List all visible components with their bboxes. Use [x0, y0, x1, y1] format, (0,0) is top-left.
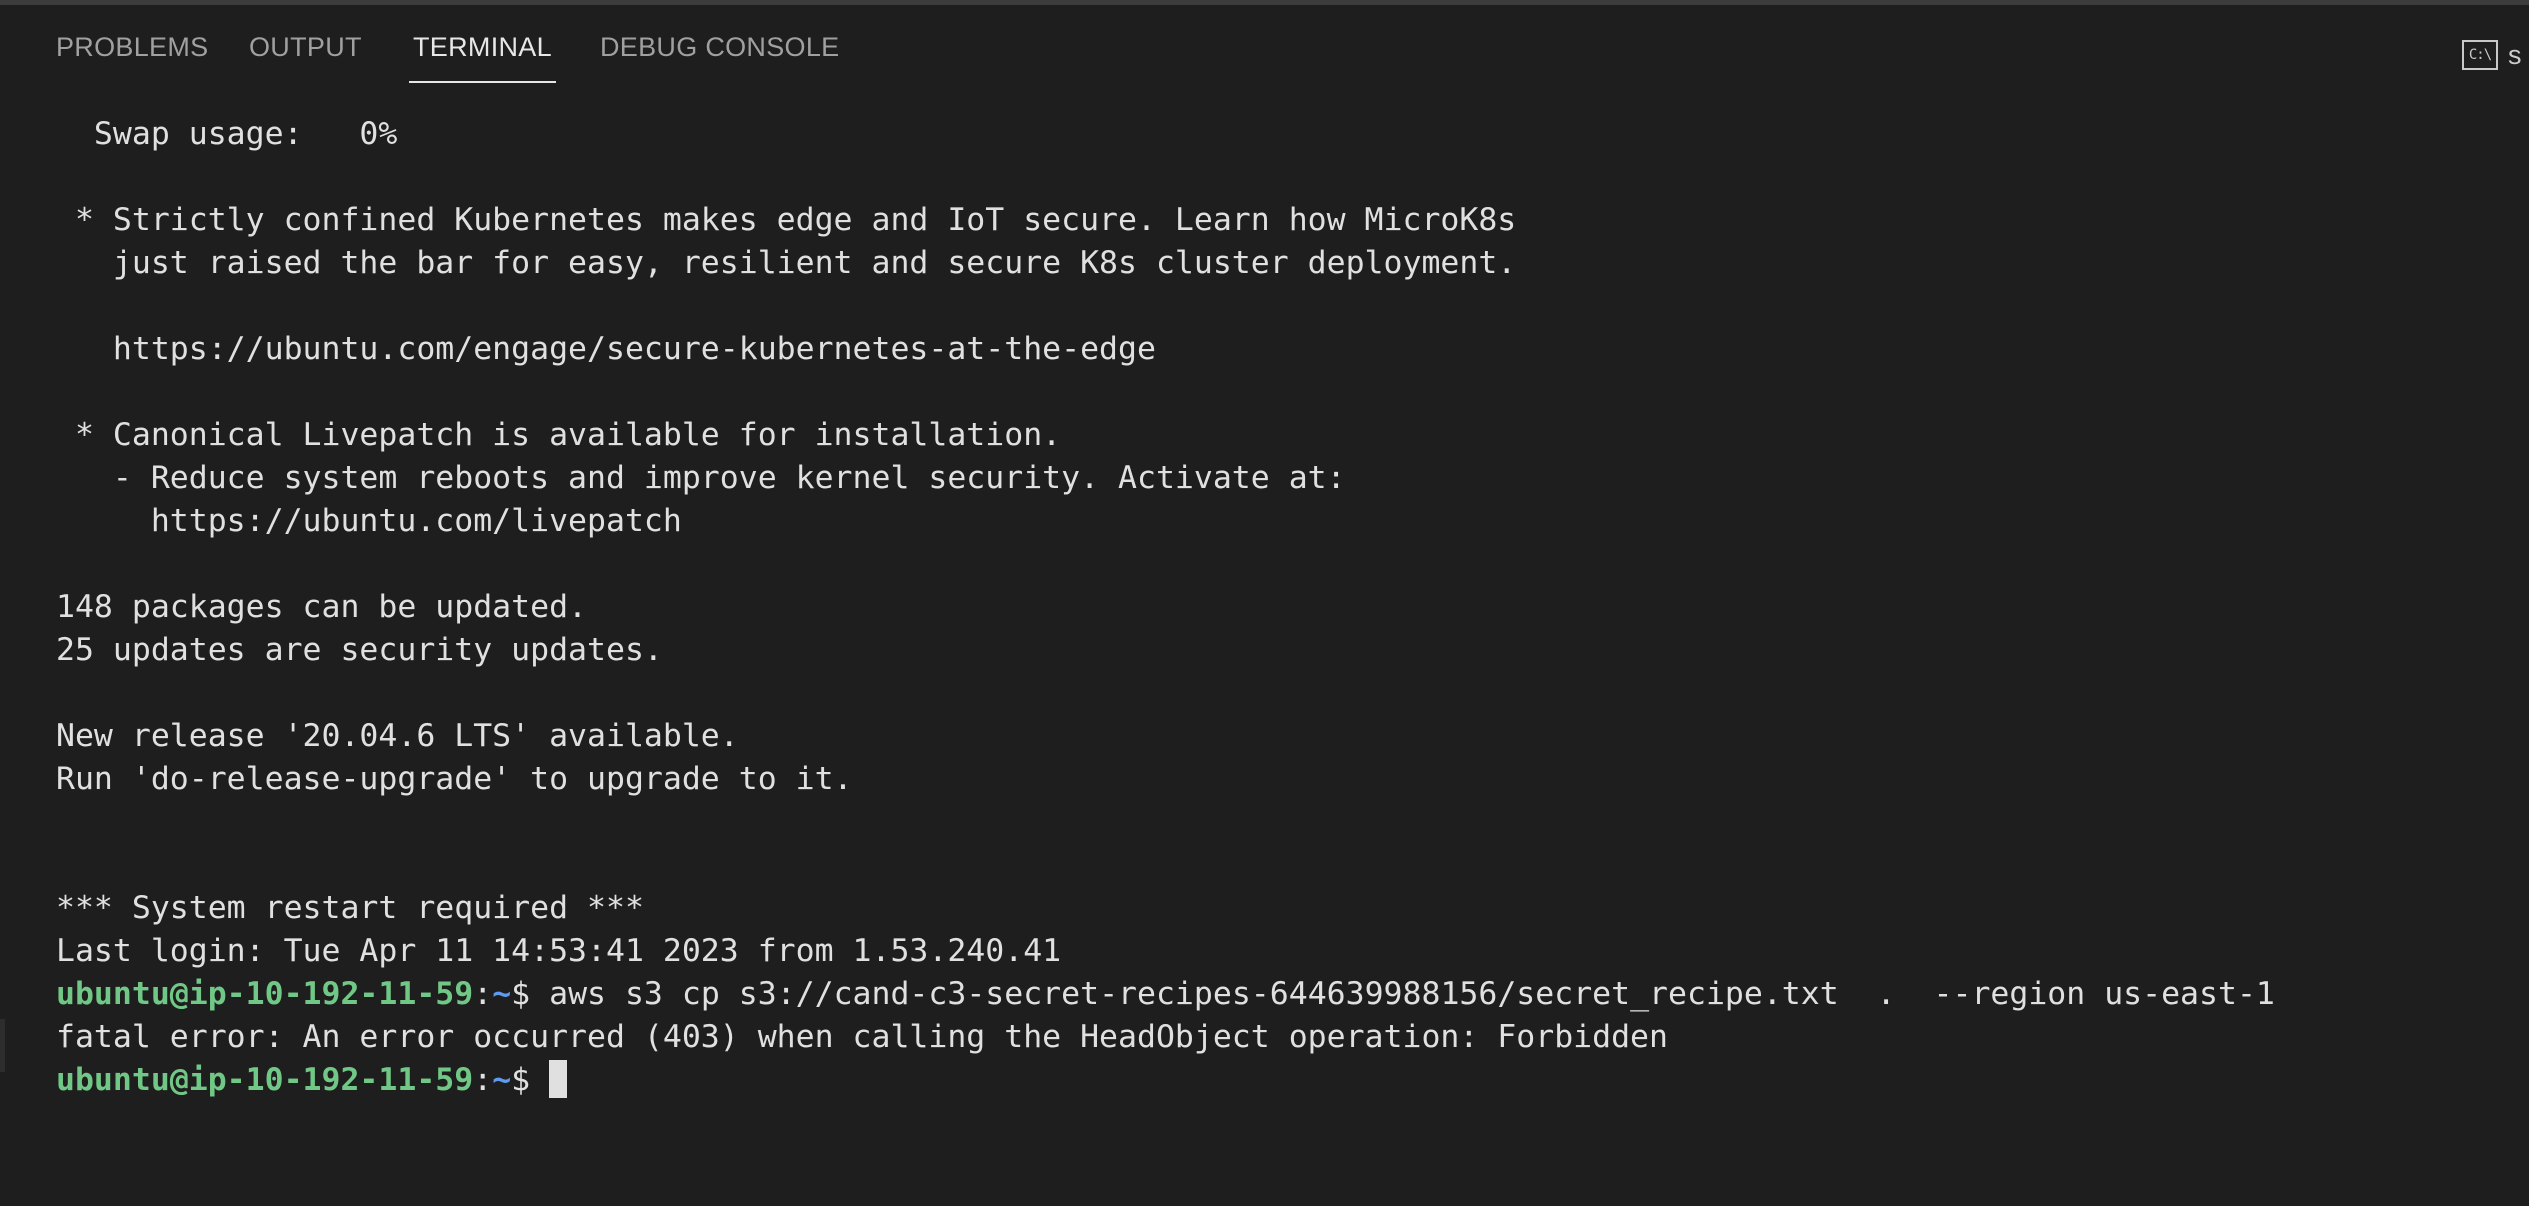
terminal-icon: C:\: [2462, 40, 2498, 70]
tab-terminal[interactable]: TERMINAL: [409, 32, 556, 83]
terminal-panel: PROBLEMS OUTPUT TERMINAL DEBUG CONSOLE C…: [0, 0, 2529, 1206]
error-line: fatal error: An error occurred (403) whe…: [56, 1019, 1668, 1055]
terminal-line: * Canonical Livepatch is available for i…: [56, 417, 1062, 453]
terminal-input[interactable]: [530, 1062, 549, 1098]
terminal-line: Swap usage: 0%: [56, 116, 398, 152]
terminal-line: 148 packages can be updated.: [56, 589, 588, 625]
terminal-selector[interactable]: C:\ s: [2462, 35, 2522, 75]
prompt-symbol: $: [511, 1062, 531, 1098]
terminal-line: - Reduce system reboots and improve kern…: [56, 460, 1346, 496]
prompt-symbol: $: [511, 976, 531, 1012]
prompt-user-host: ubuntu@ip-10-192-11-59: [56, 976, 474, 1012]
terminal-line: *** System restart required ***: [56, 890, 644, 926]
prompt-path: ~: [492, 976, 512, 1012]
prompt-user-host: ubuntu@ip-10-192-11-59: [56, 1062, 474, 1098]
terminal-cursor: [549, 1060, 568, 1098]
prompt-separator: :: [473, 1062, 493, 1098]
terminal-output[interactable]: Swap usage: 0% * Strictly confined Kuber…: [56, 113, 2529, 1102]
active-prompt-line[interactable]: ubuntu@ip-10-192-11-59:~$: [56, 1059, 2529, 1102]
command-line: ubuntu@ip-10-192-11-59:~$ aws s3 cp s3:/…: [56, 973, 2529, 1016]
terminal-line: 25 updates are security updates.: [56, 632, 663, 668]
terminal-line: * Strictly confined Kubernetes makes edg…: [56, 202, 1517, 238]
tab-problems[interactable]: PROBLEMS: [56, 32, 208, 82]
terminal-line: https://ubuntu.com/engage/secure-kuberne…: [56, 331, 1156, 367]
terminal-line: New release '20.04.6 LTS' available.: [56, 718, 739, 754]
tab-output[interactable]: OUTPUT: [249, 32, 362, 82]
terminal-line: Run 'do-release-upgrade' to upgrade to i…: [56, 761, 853, 797]
line-decoration: [0, 1019, 5, 1072]
command-text: aws s3 cp s3://cand-c3-secret-recipes-64…: [530, 976, 2275, 1012]
terminal-line: https://ubuntu.com/livepatch: [56, 503, 682, 539]
terminal-line: just raised the bar for easy, resilient …: [56, 245, 1517, 281]
prompt-separator: :: [473, 976, 493, 1012]
prompt-path: ~: [492, 1062, 512, 1098]
tab-debug-console[interactable]: DEBUG CONSOLE: [600, 32, 839, 82]
terminal-name: s: [2508, 39, 2522, 70]
terminal-line: Last login: Tue Apr 11 14:53:41 2023 fro…: [56, 933, 1062, 969]
panel-tab-bar: PROBLEMS OUTPUT TERMINAL DEBUG CONSOLE C…: [0, 5, 2529, 83]
